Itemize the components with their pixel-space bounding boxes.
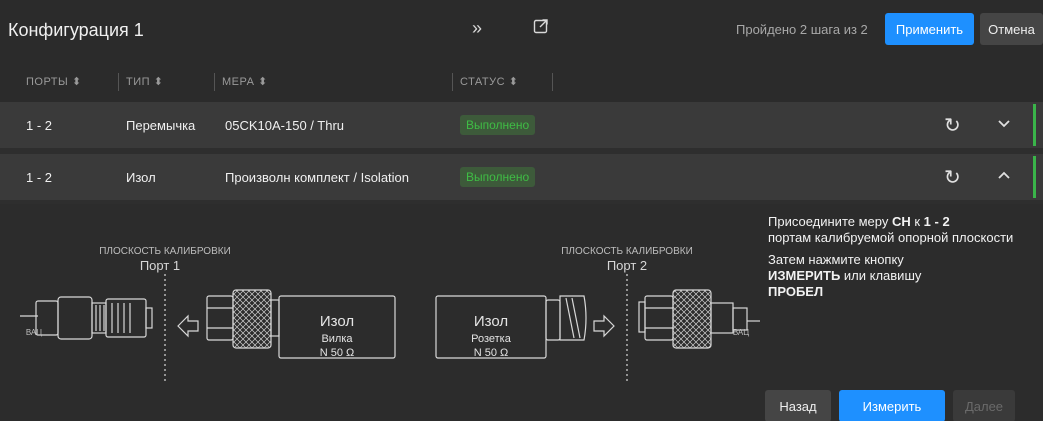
double-chevron-right-icon[interactable]: » — [472, 18, 482, 39]
left-standard-name: Изол — [320, 313, 354, 330]
external-link-icon[interactable] — [533, 18, 549, 39]
left-standard-spec: N 50 Ω — [320, 347, 355, 359]
status-badge: Выполнено — [460, 115, 536, 135]
steps-progress-text: Пройдено 2 шага из 2 — [736, 22, 868, 37]
instruction-press: Затем нажмите кнопку ИЗМЕРИТЬ или клавиш… — [768, 252, 922, 299]
chevron-up-icon[interactable] — [997, 167, 1011, 184]
refresh-icon[interactable]: ↻ — [944, 113, 961, 138]
chevron-down-icon[interactable] — [997, 115, 1011, 132]
column-header-status[interactable]: СТАТУС ⬍ — [460, 75, 518, 88]
cancel-button[interactable]: Отмена — [980, 13, 1043, 45]
arrow-right-icon — [593, 314, 615, 338]
column-divider — [214, 73, 215, 91]
left-standard-kind: Вилка — [321, 333, 353, 345]
instructions-text: Присоедините меру СН к 1 - 2 портам кали… — [768, 214, 1028, 306]
vna-label-left: ВАЦ — [26, 328, 42, 337]
right-standard-kind: Розетка — [471, 333, 512, 345]
refresh-icon[interactable]: ↻ — [944, 165, 961, 190]
column-divider — [552, 73, 553, 91]
calibration-plane-label-left: ПЛОСКОСТЬ КАЛИБРОВКИ — [99, 246, 231, 257]
right-standard-name: Изол — [474, 313, 508, 330]
next-button[interactable]: Далее — [953, 390, 1015, 421]
standard-male-icon — [206, 289, 396, 359]
table-header: ПОРТЫ ⬍ ТИП ⬍ МЕРА ⬍ СТАТУС ⬍ — [0, 62, 1043, 102]
standard-female-icon — [435, 295, 587, 359]
table-row[interactable]: 1 - 2 Перемычка 05CK10A-150 / Thru Выпол… — [0, 102, 1043, 148]
row-status-indicator — [1033, 156, 1036, 198]
row-measure: Произволн комплект / Isolation — [225, 170, 410, 185]
calibration-plane-label-right: ПЛОСКОСТЬ КАЛИБРОВКИ — [561, 246, 693, 257]
vna-port1-connector-icon — [35, 296, 153, 340]
row-status-indicator — [1033, 104, 1036, 146]
connection-diagram: ПЛОСКОСТЬ КАЛИБРОВКИ Порт 1 ПЛОСКОСТЬ КА… — [20, 246, 760, 384]
column-divider — [118, 73, 119, 91]
page-title: Конфигурация 1 — [8, 20, 144, 40]
column-header-ports[interactable]: ПОРТЫ ⬍ — [26, 75, 82, 88]
apply-button[interactable]: Применить — [885, 13, 974, 45]
row-ports: 1 - 2 — [26, 170, 53, 185]
instruction-connect: Присоедините меру СН к 1 - 2 портам кали… — [768, 214, 1014, 245]
table-row[interactable]: 1 - 2 Изол Произволн комплект / Isolatio… — [0, 154, 1043, 200]
back-button[interactable]: Назад — [765, 390, 831, 421]
column-divider — [452, 73, 453, 91]
row-ports: 1 - 2 — [26, 118, 53, 133]
arrow-left-icon — [177, 314, 199, 338]
measure-button[interactable]: Измерить — [839, 390, 945, 421]
row-type: Перемычка — [126, 118, 196, 133]
header-bar: Конфигурация 1 » Пройдено 2 шага из 2 Пр… — [0, 0, 1043, 62]
port2-label: Порт 2 — [607, 258, 647, 273]
row-measure: 05CK10A-150 / Thru — [225, 118, 344, 133]
column-header-measure[interactable]: МЕРА ⬍ — [222, 75, 268, 88]
vna-label-right: ВАЦ — [733, 328, 749, 337]
expanded-detail-panel: ПЛОСКОСТЬ КАЛИБРОВКИ Порт 1 ПЛОСКОСТЬ КА… — [0, 204, 1043, 421]
status-badge: Выполнено — [460, 167, 536, 187]
port1-label: Порт 1 — [140, 258, 180, 273]
column-header-type[interactable]: ТИП ⬍ — [126, 75, 163, 88]
vna-port2-connector-icon — [638, 289, 748, 349]
row-type: Изол — [126, 170, 156, 185]
right-standard-spec: N 50 Ω — [474, 347, 509, 359]
